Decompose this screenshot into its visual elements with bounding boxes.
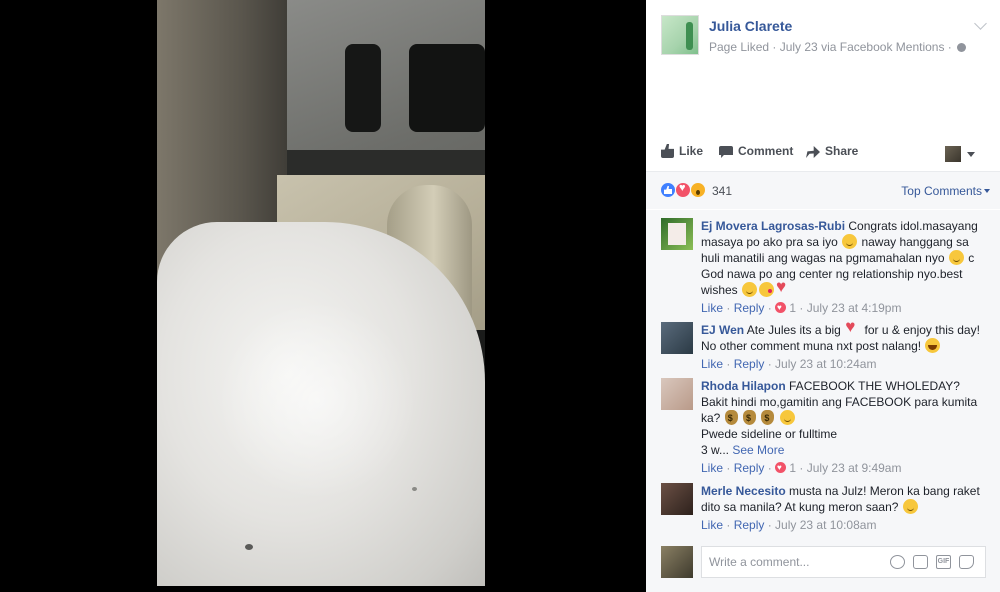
globe-icon	[956, 43, 966, 52]
post-header: Julia Clarete Page Liked · July 23 via F…	[661, 15, 991, 60]
door-speaker-slot	[345, 44, 381, 132]
caret-down-icon	[984, 189, 990, 193]
comment-actions: Like · Reply · 1 · July 23 at 9:49am	[701, 460, 986, 476]
like-icon	[661, 144, 674, 158]
gif-icon[interactable]: GIF	[936, 555, 951, 569]
viewer-avatar[interactable]	[945, 146, 961, 162]
comment-composer: Write a comment... GIF	[646, 540, 1000, 592]
page-avatar[interactable]	[661, 15, 699, 55]
comment-body: Ej Movera Lagrosas-Rubi Congrats idol.ma…	[701, 218, 986, 316]
commenter-avatar[interactable]	[661, 483, 693, 515]
commenter-name[interactable]: Merle Necesito	[701, 484, 786, 498]
comment-like-link[interactable]: Like	[701, 518, 723, 532]
comment-reply-link[interactable]: Reply	[734, 461, 765, 475]
chevron-down-icon[interactable]	[967, 152, 975, 157]
comment-label: Comment	[738, 144, 794, 158]
comment-timestamp[interactable]: July 23 at 9:49am	[807, 461, 902, 475]
kiss-emoji-icon	[759, 282, 775, 297]
comment-body: Merle Necesito musta na Julz! Meron ka b…	[701, 483, 986, 533]
love-reaction-icon[interactable]	[675, 182, 691, 198]
share-label: Share	[825, 144, 859, 158]
moneybag-emoji-icon	[761, 410, 775, 426]
comment-like-link[interactable]: Like	[701, 461, 723, 475]
moneybag-emoji-icon	[724, 410, 738, 426]
chevron-down-icon[interactable]	[974, 17, 987, 30]
comment-body: EJ Wen Ate Jules its a big for u & enjoy…	[701, 319, 986, 372]
cloth-highlight	[217, 300, 417, 500]
commenter-avatar[interactable]	[661, 378, 693, 410]
share-button[interactable]: Share	[806, 144, 858, 158]
reaction-count[interactable]: 341	[712, 184, 732, 198]
heart-emoji-icon	[845, 319, 860, 337]
commenter-name[interactable]: Ej Movera Lagrosas-Rubi	[701, 219, 845, 233]
comment-actions: Like · Reply · July 23 at 10:24am	[701, 357, 877, 371]
emoji-icon[interactable]	[890, 555, 905, 569]
like-button[interactable]: Like	[661, 144, 703, 158]
comment-sort-dropdown[interactable]: Top Comments	[901, 184, 990, 198]
commenter-name[interactable]: EJ Wen	[701, 323, 744, 337]
comment-text: Pwede sideline or fulltime	[701, 427, 838, 441]
comment-timestamp[interactable]: July 23 at 10:08am	[775, 518, 876, 532]
post-meta-text: Page Liked · July 23 via Facebook Mentio…	[709, 40, 952, 54]
reactions-bar: 341 Top Comments	[646, 171, 1000, 209]
page-name-link[interactable]: Julia Clarete	[709, 18, 792, 34]
composer-tools: GIF	[882, 555, 974, 569]
moneybag-emoji-icon	[743, 410, 757, 426]
action-bar: Like Comment Share	[661, 138, 985, 168]
door-window-slot	[409, 44, 485, 132]
smile-emoji-icon	[842, 234, 858, 249]
cloth-spot	[245, 544, 253, 550]
comment-reply-link[interactable]: Reply	[734, 357, 765, 371]
commenter-avatar[interactable]	[661, 218, 693, 250]
comment-reply-link[interactable]: Reply	[734, 518, 765, 532]
like-label: Like	[679, 144, 704, 158]
post-meta: Page Liked · July 23 via Facebook Mentio…	[709, 40, 966, 54]
commenter-avatar[interactable]	[661, 322, 693, 354]
camera-icon[interactable]	[913, 555, 928, 569]
comment-like-link[interactable]: Like	[701, 357, 723, 371]
comment-actions: Like · Reply · 1 · July 23 at 4:19pm	[701, 300, 986, 316]
comment-text: Ate Jules its a big	[746, 323, 841, 337]
smile-emoji-icon	[742, 282, 758, 297]
sticker-icon[interactable]	[959, 555, 974, 569]
love-reaction-icon	[775, 300, 787, 316]
heart-emoji-icon	[776, 279, 791, 297]
comment-button[interactable]: Comment	[719, 144, 793, 158]
smile-emoji-icon	[779, 410, 795, 425]
my-avatar	[661, 546, 693, 578]
laugh-emoji-icon	[925, 338, 941, 353]
comment-timestamp[interactable]: July 23 at 10:24am	[775, 357, 876, 371]
comment-reaction-count[interactable]: 1	[789, 301, 796, 315]
smile-emoji-icon	[948, 250, 964, 265]
commenter-name[interactable]: Rhoda Hilapon	[701, 379, 786, 393]
wow-reaction-icon[interactable]	[690, 182, 706, 198]
like-reaction-icon[interactable]	[660, 182, 676, 198]
comment-text: 3 w...	[701, 443, 730, 457]
comment-reply-link[interactable]: Reply	[734, 301, 765, 315]
comments-list: Ej Movera Lagrosas-Rubi Congrats idol.ma…	[646, 210, 1000, 540]
comment-icon	[719, 146, 733, 158]
comment-reaction-count[interactable]: 1	[789, 461, 796, 475]
see-more-link[interactable]: See More	[732, 443, 784, 457]
smile-emoji-icon	[902, 499, 918, 514]
photo-viewer	[0, 0, 646, 592]
post-photo[interactable]	[157, 0, 485, 586]
comment-body: Rhoda Hilapon FACEBOOK THE WHOLEDAY? Bak…	[701, 378, 986, 476]
comment-timestamp[interactable]: July 23 at 4:19pm	[807, 301, 902, 315]
comment-actions: Like · Reply · July 23 at 10:08am	[701, 518, 877, 532]
comment-sort-label: Top Comments	[901, 184, 982, 198]
love-reaction-icon	[775, 460, 787, 476]
comment-like-link[interactable]: Like	[701, 301, 723, 315]
share-icon	[806, 146, 820, 158]
comment-input-placeholder: Write a comment...	[709, 555, 810, 569]
post-side-panel: Julia Clarete Page Liked · July 23 via F…	[646, 0, 1000, 592]
cloth-spot	[412, 487, 417, 491]
